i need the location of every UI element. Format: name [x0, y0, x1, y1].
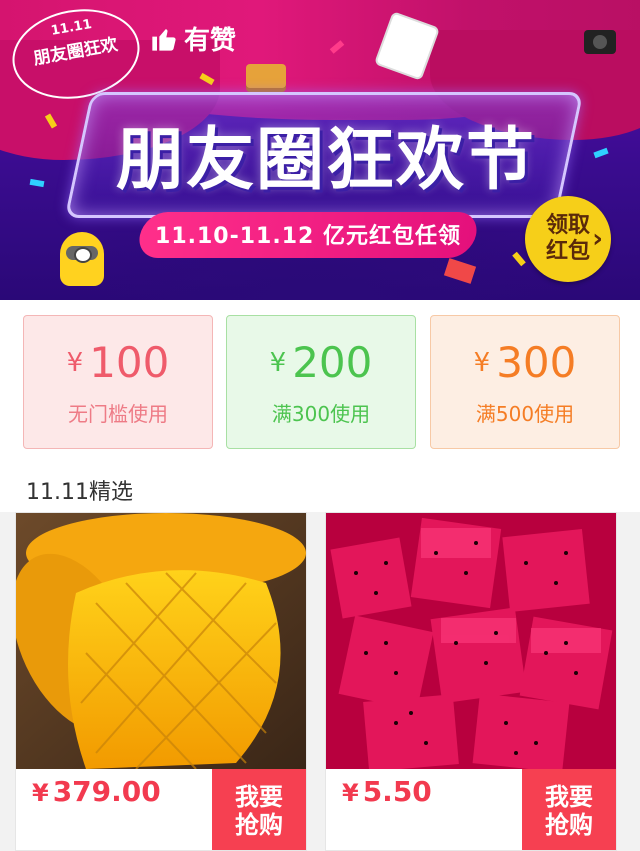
price-value: 379.00: [52, 775, 161, 808]
claim-label-line1: 领取: [545, 213, 590, 238]
section-title: 11.11精选: [26, 480, 133, 505]
coupon-amount: ¥100: [24, 338, 212, 388]
brand-name: 有赞: [184, 26, 237, 56]
claim-label-line2: 红包: [545, 239, 590, 264]
promo-banner[interactable]: 11.11 朋友圈狂欢 有赞 朋友圈狂欢节 11.10-11.12 亿元红包任领…: [0, 0, 640, 300]
coupon-card[interactable]: ¥100 无门槛使用: [23, 315, 213, 449]
product-image-dragon-fruit[interactable]: [326, 513, 616, 769]
product-card[interactable]: ¥379.00 我要 抢购: [15, 512, 307, 851]
claim-red-packet-button[interactable]: 领取 红包 ›: [525, 196, 611, 282]
coupon-condition: 满300使用: [271, 402, 371, 426]
coupon-card[interactable]: ¥300 满500使用: [430, 315, 620, 449]
confetti-decoration: [29, 178, 45, 188]
section-header: 11.11精选: [0, 460, 640, 512]
currency-symbol: ¥: [342, 779, 359, 807]
coupon-value: 200: [292, 338, 373, 387]
coupon-condition: 满500使用: [475, 402, 575, 426]
buy-label-line1: 我要: [235, 782, 283, 811]
product-price: ¥5.50: [342, 775, 432, 808]
coupon-value: 100: [89, 338, 170, 387]
product-image-mango[interactable]: [16, 513, 306, 769]
currency-symbol: ¥: [66, 348, 84, 378]
product-price: ¥379.00: [32, 775, 161, 808]
thumbs-up-icon: [152, 28, 176, 51]
event-date-text: 11.10-11.12 亿元红包任领: [155, 224, 461, 249]
currency-symbol: ¥: [269, 348, 287, 378]
banner-title: 朋友圈狂欢节: [115, 121, 536, 200]
confetti-decoration: [593, 147, 609, 159]
coupon-value: 300: [496, 338, 577, 387]
coupon-card[interactable]: ¥200 满300使用: [226, 315, 416, 449]
confetti-decoration: [512, 251, 526, 267]
buy-label-line1: 我要: [545, 782, 593, 811]
currency-symbol: ¥: [473, 348, 491, 378]
buy-now-button[interactable]: 我要 抢购: [522, 769, 616, 850]
red-envelope-icon: [443, 258, 477, 284]
chevron-right-icon: ›: [592, 224, 603, 254]
buy-label-line2: 抢购: [545, 810, 593, 839]
coupon-list: ¥100 无门槛使用 ¥200 满300使用 ¥300 满500使用: [0, 300, 640, 460]
brand-logo: 有赞: [150, 20, 236, 57]
snack-icon: [246, 64, 286, 88]
camera-icon: [584, 30, 616, 54]
price-value: 5.50: [362, 775, 432, 808]
buy-label-line2: 抢购: [235, 810, 283, 839]
coupon-amount: ¥200: [227, 338, 415, 388]
product-card[interactable]: ¥5.50 我要 抢购: [325, 512, 617, 851]
currency-symbol: ¥: [32, 779, 49, 807]
coupon-amount: ¥300: [431, 338, 619, 388]
buy-now-button[interactable]: 我要 抢购: [212, 769, 306, 850]
minion-icon: [60, 232, 104, 286]
coupon-condition: 无门槛使用: [68, 402, 168, 426]
